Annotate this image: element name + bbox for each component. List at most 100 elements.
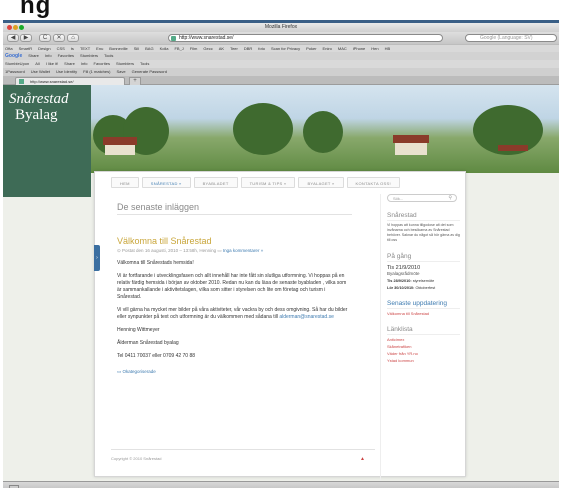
google-bar-item[interactable]: Share	[28, 53, 39, 58]
stumbleupon-toolbar: StumbleUpon All I like it! Share Info Favorit…	[3, 60, 559, 68]
bookmark-item[interactable]: foto	[258, 46, 265, 51]
clock-icon: ⊙	[117, 248, 121, 253]
sidebar-latest-link[interactable]: Välkomna till Snårestad	[387, 311, 460, 316]
home-button[interactable]: ⌂	[67, 34, 79, 42]
bookmark-item[interactable]: Enu	[96, 46, 103, 51]
menu-item[interactable]: KONTAKTA OSS!	[346, 177, 400, 188]
google-logo[interactable]: Google	[5, 53, 22, 59]
email-link[interactable]: alderman@snarestad.se	[279, 314, 334, 320]
back-button[interactable]: ◀	[7, 34, 19, 42]
event-item-date: Tis 28/9/2010:	[387, 279, 412, 283]
google-bar-item[interactable]: Stumblers	[80, 53, 98, 58]
house-roof	[498, 145, 528, 151]
stumble-bar-item[interactable]: Favorites	[94, 61, 110, 66]
forward-button[interactable]: ▶	[20, 34, 32, 42]
password-bar-item[interactable]: Use Wallet	[31, 69, 50, 74]
google-bar-item[interactable]: Favorites	[58, 53, 74, 58]
bookmark-item[interactable]: Scan for Privacy	[271, 46, 300, 51]
bookmark-item[interactable]: Gecc	[203, 46, 212, 51]
bookmark-item[interactable]: MAC	[338, 46, 347, 51]
sidebar-link[interactable]: Skånetrafiken	[387, 344, 460, 349]
stumble-bar-item[interactable]: Info	[81, 61, 88, 66]
sidebar-link[interactable]: Ystad kommun	[387, 358, 460, 363]
menu-item[interactable]: HEM	[111, 177, 139, 188]
bookmark-item[interactable]: TEXT	[80, 46, 90, 51]
navigation-toolbar: ◀ ▶ C ✕ ⌂ http://www.snarestad.se/ Googl…	[3, 32, 559, 44]
status-bar	[3, 481, 559, 488]
bookmark-item[interactable]: BAG	[145, 46, 153, 51]
post-category: ▭ Okategoriserade	[117, 369, 357, 375]
bookmark-item[interactable]: Sill	[134, 46, 139, 51]
password-bar-item[interactable]: Use Identity	[56, 69, 77, 74]
bookmark-item[interactable]: Film	[190, 46, 198, 51]
search-input[interactable]: Google (Language: SV)	[465, 34, 557, 42]
copyright-text: Copyright © 2010 Snårestad	[111, 456, 162, 461]
bookmark-item[interactable]: iPhone	[353, 46, 365, 51]
house-wall	[105, 145, 135, 155]
page-viewport: Snårestad Byalag HEM SNÅRESTAD » BYABLADET…	[3, 85, 559, 481]
sidebar-about-heading: Snårestad	[387, 212, 460, 221]
menu-item[interactable]: BYABLADET	[193, 177, 238, 188]
search-icon[interactable]: ⚲	[448, 195, 452, 202]
stumble-bar-item[interactable]: Tools	[140, 61, 149, 66]
bookmark-item[interactable]: Design	[38, 46, 50, 51]
password-toolbar: 1Password Use Wallet Use Identity Fill (1 m…	[3, 68, 559, 76]
scroll-to-top-icon[interactable]: ▲	[360, 456, 365, 462]
bookmark-item[interactable]: Teer	[230, 46, 238, 51]
bookmark-item[interactable]: Kolla	[160, 46, 169, 51]
sidebar-link[interactable]: Väder från YR.no	[387, 351, 460, 356]
bookmark-item[interactable]: Bonneville	[109, 46, 127, 51]
main-menu: HEM SNÅRESTAD » BYABLADET TURISM & TIPS » BY…	[111, 177, 403, 189]
site-logo[interactable]: Snårestad Byalag	[3, 85, 91, 197]
post-title[interactable]: Välkomna till Snårestad	[117, 236, 357, 246]
post-signature-name: Henning Wittmeyer	[117, 327, 160, 333]
banner-text-fragment: ng	[20, 0, 52, 19]
latest-posts-heading: De senaste inläggen	[117, 202, 352, 215]
new-tab-button[interactable]: +	[129, 77, 141, 85]
comments-link[interactable]: Inga kommentarer »	[223, 248, 263, 253]
password-bar-item[interactable]: Generate Password	[132, 69, 167, 74]
tab-title: http://www.snarestad.se/	[30, 79, 74, 84]
bookmark-item[interactable]: ts	[71, 46, 74, 51]
google-bar-item[interactable]: Tools	[104, 53, 113, 58]
stumble-bar-item[interactable]: I like it!	[46, 61, 58, 66]
stumble-bar-item[interactable]: All	[35, 61, 39, 66]
password-bar-item[interactable]: Fill (1 matches)	[83, 69, 110, 74]
bookmark-item[interactable]: Eniro	[323, 46, 332, 51]
sidebar-about-text: Vi hoppas att kunna tillgodose alt det s…	[387, 223, 460, 242]
category-link[interactable]: Okategoriserade	[123, 369, 156, 374]
password-bar-item[interactable]: 1Password	[5, 69, 25, 74]
post-paragraph: Vi vill gärna ha mycket mer bilder på vå…	[117, 307, 349, 321]
bookmark-item[interactable]: SmartR	[19, 46, 33, 51]
bookmark-item[interactable]: AK	[219, 46, 224, 51]
bookmark-item[interactable]: DBR	[244, 46, 252, 51]
menu-item[interactable]: TURISM & TIPS »	[240, 177, 296, 188]
menu-item[interactable]: BYALAGET »	[298, 177, 344, 188]
sidebar-search-placeholder: Sök...	[393, 196, 404, 201]
sidebar-link[interactable]: Anticimex	[387, 337, 460, 342]
stumble-bar-item[interactable]: Share	[64, 61, 75, 66]
password-bar-item[interactable]: Save	[116, 69, 125, 74]
event-item-date: Lör 30/10/2010:	[387, 286, 415, 290]
stumble-bar-item[interactable]: Stumblers	[116, 61, 134, 66]
browser-window: Mozilla Firefox ◀ ▶ C ✕ ⌂ http://www.sna…	[3, 20, 559, 488]
logo-line-1: Snårestad	[9, 91, 69, 107]
bookmark-item[interactable]: HB	[385, 46, 391, 51]
browser-tab[interactable]: http://www.snarestad.se/	[15, 77, 125, 85]
bookmark-item[interactable]: CSS	[57, 46, 65, 51]
tree-shape	[233, 103, 293, 155]
url-bar[interactable]: http://www.snarestad.se/	[168, 34, 443, 42]
stumble-bar-item[interactable]: StumbleUpon	[5, 61, 29, 66]
bookmark-item[interactable]: FB_J	[174, 46, 183, 51]
google-bar-item[interactable]: Info	[45, 53, 52, 58]
reload-button[interactable]: C	[39, 34, 51, 42]
window-title: Mozilla Firefox	[264, 24, 298, 30]
bookmark-item[interactable]: Poker	[306, 46, 316, 51]
logo-line-2: Byalag	[15, 107, 58, 123]
stop-button[interactable]: ✕	[53, 34, 65, 42]
menu-item[interactable]: SNÅRESTAD »	[141, 177, 191, 188]
side-tab-toggle[interactable]: ›	[94, 245, 100, 271]
bookmark-item[interactable]: Hen	[371, 46, 378, 51]
sidebar-search-input[interactable]: Sök... ⚲	[387, 194, 457, 202]
bookmark-item[interactable]: Ofta	[5, 46, 13, 51]
